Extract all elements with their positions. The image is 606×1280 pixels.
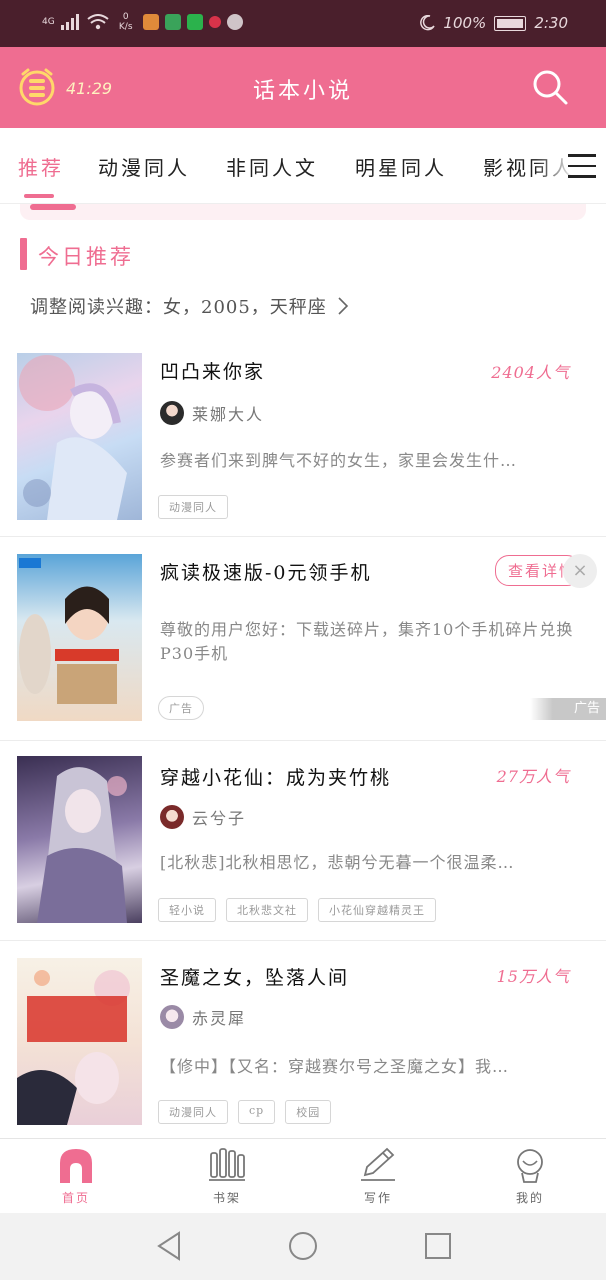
nav-profile[interactable]: 我的 xyxy=(490,1147,570,1206)
home-circle-icon[interactable] xyxy=(288,1231,318,1261)
nav-home[interactable]: 首页 xyxy=(36,1147,116,1206)
book-title[interactable]: 穿越小花仙：成为夹竹桃 xyxy=(160,763,391,790)
author-avatar xyxy=(160,1005,184,1029)
tab-indicator xyxy=(24,194,54,198)
interest-text: 调整阅读兴趣：女，2005，天秤座 xyxy=(30,297,327,318)
tab-original[interactable]: 非同人文 xyxy=(226,152,318,181)
ad-cover[interactable] xyxy=(17,554,142,721)
search-icon[interactable] xyxy=(530,67,570,107)
nav-write[interactable]: 写作 xyxy=(338,1147,418,1206)
app-header: 41:29 话本小说 xyxy=(0,47,606,128)
ad-description: 尊敬的用户您好：下载送碎片，集齐10个手机碎片兑换P30手机 xyxy=(160,620,574,663)
book-tag[interactable]: 动漫同人 xyxy=(158,1100,228,1124)
book-cover[interactable] xyxy=(17,958,142,1125)
book-popularity: 15万人气 xyxy=(496,967,570,986)
author-avatar xyxy=(160,401,184,425)
signal-icon xyxy=(60,14,79,30)
book-description: [北秋悲]北秋相思忆，悲朝兮无暮一个很温柔… xyxy=(160,853,515,872)
banner-carousel[interactable] xyxy=(20,204,586,220)
status-bar: 4G 0 K/s 100% 2:30 xyxy=(0,0,606,47)
moon-icon xyxy=(420,15,436,31)
category-tabs: 推荐 动漫同人 非同人文 明星同人 影视同人 xyxy=(0,128,606,204)
book-author[interactable]: 莱娜大人 xyxy=(160,401,264,425)
nav-bookshelf-label: 书架 xyxy=(212,1191,241,1205)
nav-home-label: 首页 xyxy=(61,1191,90,1205)
home-icon xyxy=(60,1149,92,1183)
cover-art xyxy=(19,355,127,520)
nav-bookshelf[interactable]: 书架 xyxy=(187,1147,267,1206)
book-title[interactable]: 凹凸来你家 xyxy=(160,357,265,384)
tab-celebrity-fanfic[interactable]: 明星同人 xyxy=(355,152,447,181)
author-name: 赤灵犀 xyxy=(192,1009,247,1028)
book-tag[interactable]: cp xyxy=(238,1100,276,1124)
book-cover[interactable] xyxy=(17,353,142,520)
network-label: 4G xyxy=(42,17,55,27)
profile-icon xyxy=(517,1149,543,1183)
ad-label: 广告 xyxy=(530,698,606,720)
section-title: 今日推荐 xyxy=(38,245,134,269)
book-tag[interactable]: 小花仙穿越精灵王 xyxy=(318,898,436,922)
cover-art xyxy=(17,970,130,1125)
bottom-navigation: 首页 书架 写作 我的 xyxy=(0,1138,606,1213)
battery-percent: 100% xyxy=(443,14,487,32)
nav-write-label: 写作 xyxy=(363,1191,392,1205)
book-popularity: 2404人气 xyxy=(491,363,570,382)
ad-tags: 广告 xyxy=(158,696,204,720)
book-tag[interactable]: 轻小说 xyxy=(158,898,216,922)
section-marker xyxy=(20,238,27,270)
book-tags: 动漫同人 xyxy=(158,495,228,519)
iqiyi-app-icon xyxy=(186,14,203,30)
cover-art xyxy=(37,767,127,923)
record-icon xyxy=(208,16,221,28)
book-card[interactable]: 穿越小花仙：成为夹竹桃 27万人气 云兮子 [北秋悲]北秋相思忆，悲朝兮无暮一个… xyxy=(0,741,606,941)
book-title[interactable]: 圣魔之女，坠落人间 xyxy=(160,963,349,990)
book-popularity: 27万人气 xyxy=(496,767,570,786)
battery-icon xyxy=(494,15,527,31)
book-tag[interactable]: 北秋悲文社 xyxy=(226,898,308,922)
book-author[interactable]: 云兮子 xyxy=(160,805,246,829)
author-name: 云兮子 xyxy=(192,809,247,828)
chevron-right-icon xyxy=(338,297,348,315)
video-app-icon xyxy=(164,14,181,30)
clock: 2:30 xyxy=(534,14,568,32)
pencil-icon xyxy=(361,1147,395,1181)
wifi-icon xyxy=(87,14,109,30)
app-title: 话本小说 xyxy=(252,79,353,104)
author-name: 莱娜大人 xyxy=(192,405,265,424)
book-description: 参赛者们来到脾气不好的女生，家里会发生什… xyxy=(160,451,518,470)
status-left: 4G 0 K/s xyxy=(42,12,243,32)
tab-recommend[interactable]: 推荐 xyxy=(18,152,64,181)
close-ad-button[interactable]: × xyxy=(563,554,597,588)
adjust-interest-link[interactable]: 调整阅读兴趣：女，2005，天秤座 xyxy=(30,293,349,319)
author-avatar xyxy=(160,805,184,829)
book-author[interactable]: 赤灵犀 xyxy=(160,1005,246,1029)
ad-card[interactable]: 疯读极速版-0元领手机 查看详情 × 尊敬的用户您好：下载送碎片，集齐10个手机… xyxy=(0,538,606,741)
recents-icon[interactable] xyxy=(424,1231,452,1261)
tab-anime-fanfic[interactable]: 动漫同人 xyxy=(98,152,190,181)
book-description: 【修中】【又名：穿越赛尔号之圣魔之女】我… xyxy=(160,1057,510,1076)
book-cover[interactable] xyxy=(17,756,142,923)
book-card[interactable]: 圣魔之女，坠落人间 15万人气 赤灵犀 【修中】【又名：穿越赛尔号之圣魔之女】我… xyxy=(0,941,606,1138)
chat-icon xyxy=(226,14,243,30)
book-card[interactable]: 凹凸来你家 2404人气 莱娜大人 参赛者们来到脾气不好的女生，家里会发生什… … xyxy=(0,335,606,537)
book-tags: 动漫同人 cp 校园 xyxy=(158,1100,332,1124)
menu-icon[interactable] xyxy=(568,154,596,180)
app-notification-icon xyxy=(142,14,159,30)
ad-tag: 广告 xyxy=(158,696,204,720)
system-navigation-bar xyxy=(0,1213,606,1280)
network-speed: 0 K/s xyxy=(118,12,133,32)
book-tag[interactable]: 校园 xyxy=(285,1100,332,1124)
ad-cover-art xyxy=(19,558,119,704)
back-icon[interactable] xyxy=(155,1231,183,1261)
status-right: 100% 2:30 xyxy=(419,14,568,32)
ad-title[interactable]: 疯读极速版-0元领手机 xyxy=(160,558,372,585)
nav-profile-label: 我的 xyxy=(515,1191,544,1205)
bookshelf-icon xyxy=(209,1148,245,1181)
book-tags: 轻小说 北秋悲文社 小花仙穿越精灵王 xyxy=(158,898,436,922)
book-tag[interactable]: 动漫同人 xyxy=(158,495,228,519)
